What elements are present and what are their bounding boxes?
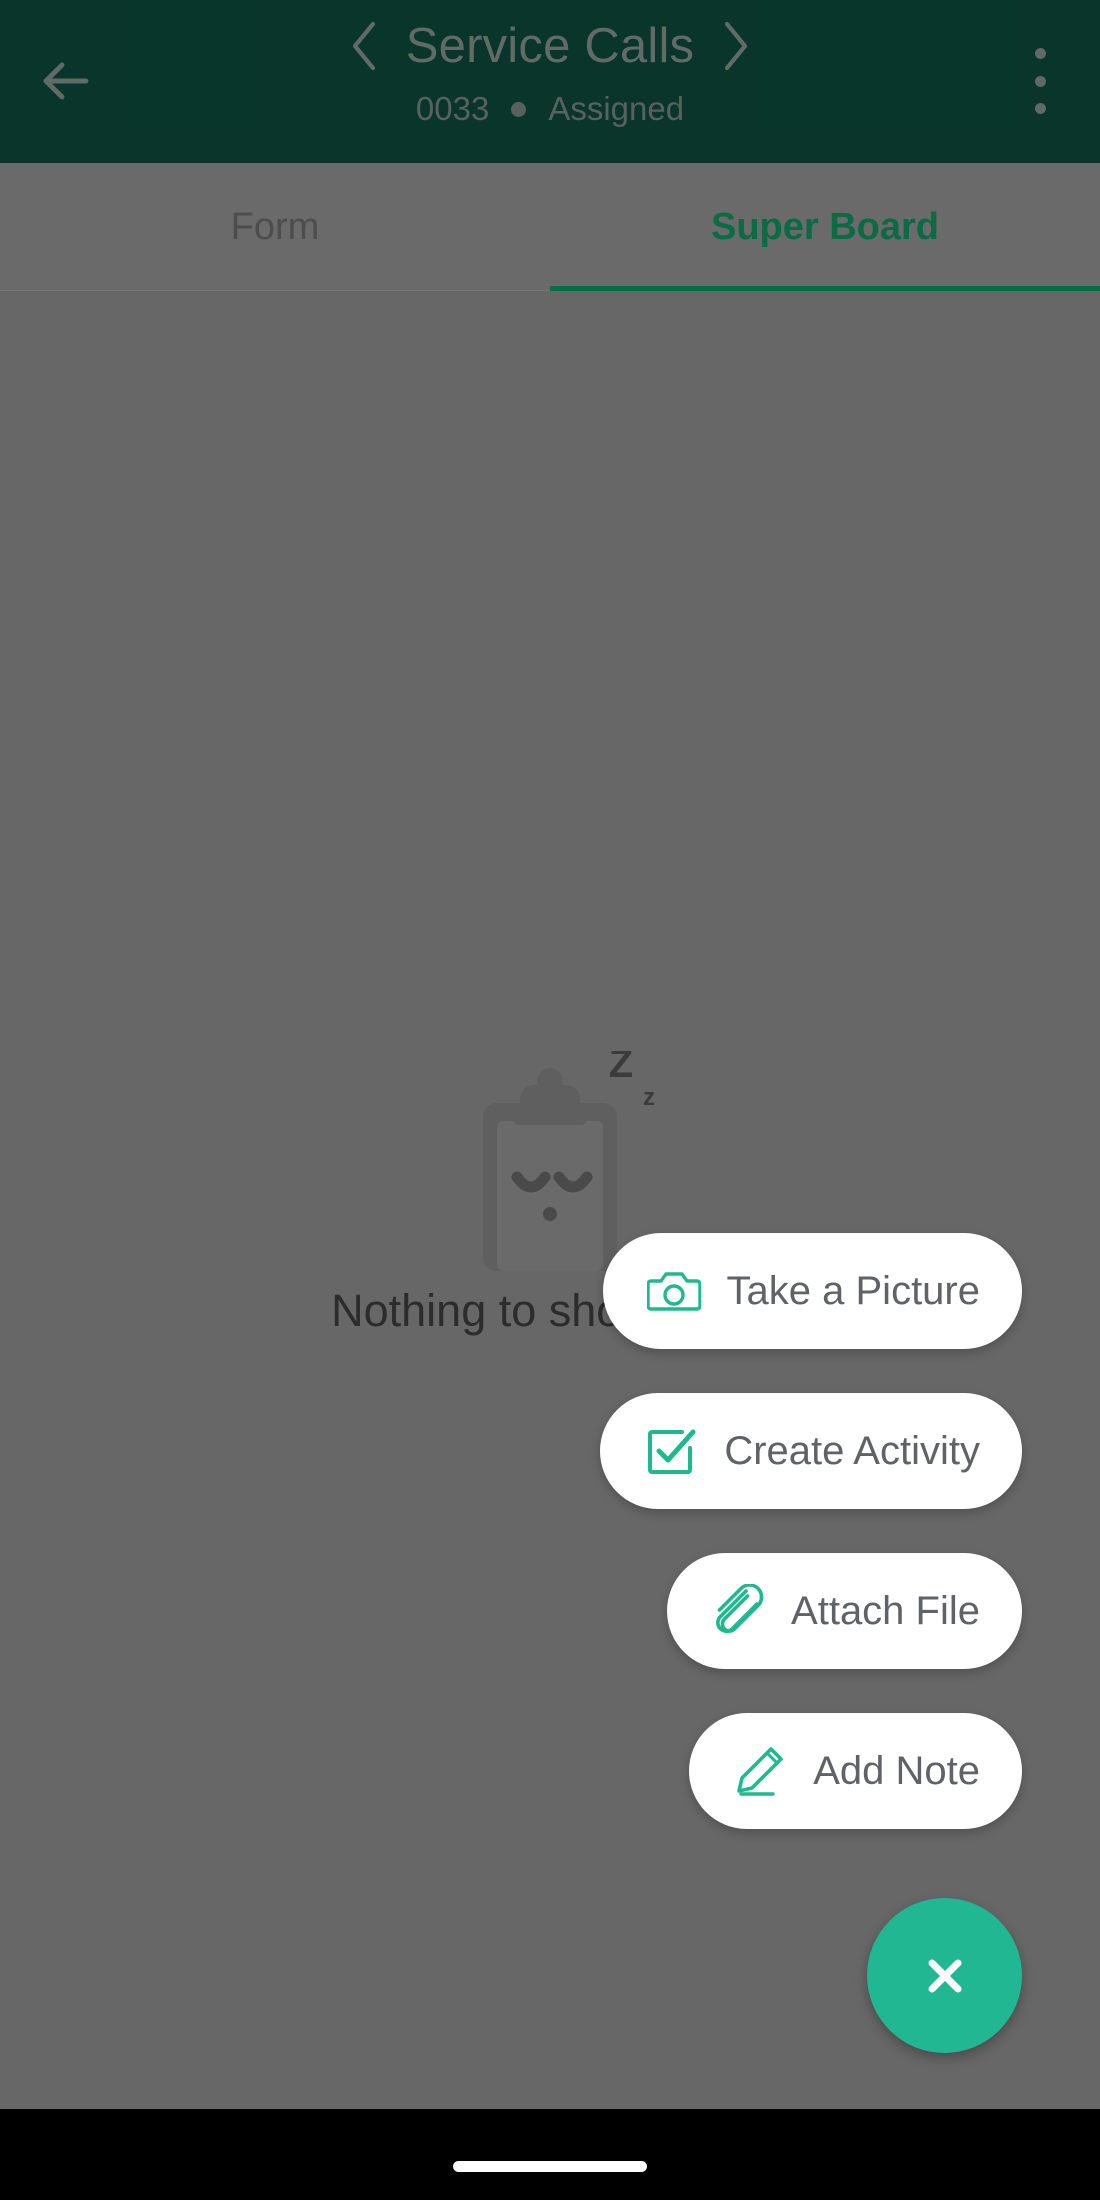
tab-super-board[interactable]: Super Board	[550, 163, 1100, 291]
action-label: Create Activity	[724, 1428, 980, 1473]
close-icon	[928, 1959, 961, 1992]
svg-text:z: z	[643, 1084, 655, 1111]
action-attach-file[interactable]: Attach File	[667, 1553, 1022, 1669]
page-title: Service Calls	[405, 19, 695, 73]
action-label: Take a Picture	[726, 1268, 980, 1313]
status-badge: Assigned	[548, 90, 685, 127]
record-subtitle: 0033 Assigned	[0, 90, 1100, 128]
system-navigation-bar	[0, 2109, 1100, 2200]
svg-text:Z: Z	[609, 1051, 633, 1086]
chevron-left-icon[interactable]	[346, 19, 380, 73]
more-vertical-icon-dot	[1034, 103, 1046, 114]
tab-form[interactable]: Form	[0, 163, 550, 291]
more-vertical-icon-dot	[1034, 75, 1046, 87]
close-speed-dial-button[interactable]	[867, 1898, 1022, 2053]
action-label: Attach File	[791, 1588, 980, 1633]
app-bar: Service Calls 0033 Assigned	[0, 0, 1100, 163]
action-create-activity[interactable]: Create Activity	[600, 1393, 1022, 1509]
more-vertical-icon-dot	[1034, 48, 1046, 59]
chevron-right-icon[interactable]	[720, 19, 754, 73]
home-gesture-bar[interactable]	[453, 2161, 647, 2172]
paperclip-icon	[716, 1584, 764, 1633]
action-label: Add Note	[813, 1748, 980, 1793]
pencil-icon	[737, 1747, 784, 1796]
super-board-content: Z z Nothing to show here.	[0, 291, 1100, 2109]
sleeping-clipboard-icon: Z z	[483, 1051, 655, 1271]
tab-bar: Form Super Board	[0, 163, 1100, 291]
record-number: 0033	[415, 90, 490, 127]
tab-form-label: Form	[230, 205, 320, 248]
app-screen: Service Calls 0033 Assigned Form Super B…	[0, 0, 1100, 2200]
overflow-menu-button[interactable]	[1010, 42, 1070, 120]
tab-super-board-label: Super Board	[710, 205, 940, 248]
action-add-note[interactable]: Add Note	[689, 1713, 1022, 1829]
record-navigator: Service Calls	[0, 18, 1100, 74]
back-button[interactable]	[36, 52, 94, 110]
action-take-a-picture[interactable]: Take a Picture	[602, 1233, 1022, 1349]
check-square-icon	[648, 1429, 696, 1474]
status-dot-icon	[511, 101, 527, 117]
camera-icon	[646, 1272, 701, 1311]
